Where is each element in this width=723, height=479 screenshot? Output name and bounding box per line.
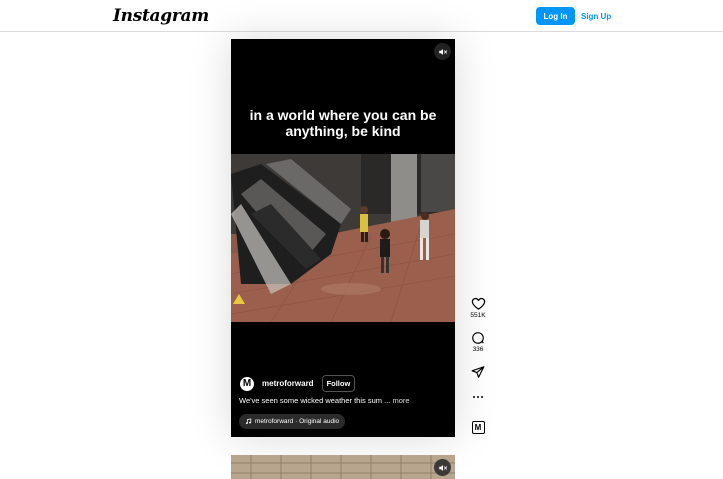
comment-action[interactable]: 336 [465, 331, 491, 353]
next-reel-preview[interactable] [231, 455, 455, 479]
instagram-logo[interactable]: Instagram [113, 6, 209, 26]
description-text: We've seen some wicked weather this sum [239, 396, 383, 405]
reel-author: M metroforward Follow [239, 375, 356, 392]
next-mute-toggle-button[interactable] [434, 459, 451, 476]
like-count: 551K [470, 312, 486, 319]
reel-description: We've seen some wicked weather this sum … [239, 396, 410, 405]
music-note-icon [245, 418, 252, 425]
description-ellipsis: ... [384, 396, 391, 405]
audio-owner-action[interactable]: M [465, 421, 491, 434]
log-in-button[interactable]: Log In [536, 7, 575, 25]
more-icon[interactable] [472, 394, 484, 400]
share-action[interactable] [465, 365, 491, 379]
owner-badge[interactable]: M [471, 421, 485, 434]
mute-toggle-button[interactable] [434, 43, 451, 60]
speaker-muted-icon [438, 464, 447, 471]
reel-caption-overlay: in a world where you can be anything, be… [249, 107, 437, 139]
comment-icon[interactable] [471, 331, 485, 345]
share-icon[interactable] [471, 365, 485, 379]
audio-attribution[interactable]: metroforward · Original audio [239, 414, 346, 429]
author-avatar[interactable]: M [239, 375, 255, 392]
speaker-muted-icon [438, 48, 447, 55]
follow-button[interactable]: Follow [321, 375, 356, 392]
author-username[interactable]: metroforward [262, 379, 314, 388]
like-action[interactable]: 551K [465, 296, 491, 319]
heart-icon[interactable] [471, 296, 486, 311]
reel-player[interactable]: in a world where you can be anything, be… [231, 39, 455, 437]
reel-video-frame [231, 154, 455, 322]
top-bar: Instagram Log In Sign Up [0, 0, 723, 32]
more-link[interactable]: more [392, 396, 409, 405]
audio-label: metroforward · Original audio [255, 418, 340, 425]
sign-up-link[interactable]: Sign Up [581, 7, 611, 25]
comment-count: 336 [472, 346, 484, 353]
more-action[interactable] [465, 394, 491, 400]
